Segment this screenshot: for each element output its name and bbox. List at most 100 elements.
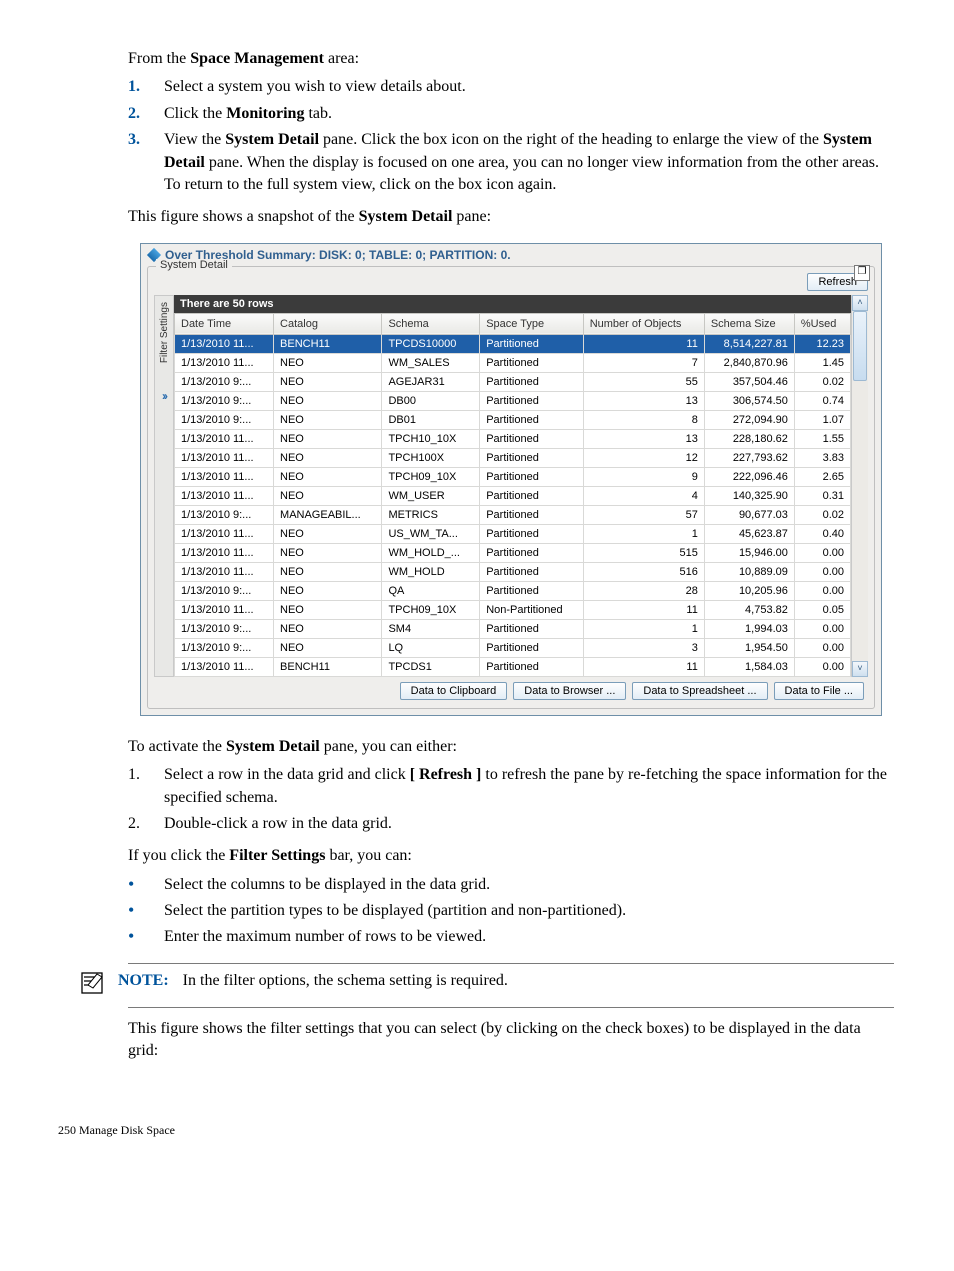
table-cell: Partitioned xyxy=(480,505,583,524)
system-detail-table[interactable]: Date Time Catalog Schema Space Type Numb… xyxy=(174,313,851,677)
col-datetime[interactable]: Date Time xyxy=(175,313,274,334)
table-cell: TPCH09_10X xyxy=(382,467,480,486)
table-row[interactable]: 1/13/2010 11...NEOWM_USERPartitioned4140… xyxy=(175,486,851,505)
table-cell: 0.00 xyxy=(794,619,850,638)
table-row[interactable]: 1/13/2010 11...NEOWM_SALESPartitioned72,… xyxy=(175,353,851,372)
table-cell: TPCDS10000 xyxy=(382,334,480,353)
data-to-browser-button[interactable]: Data to Browser ... xyxy=(513,682,626,700)
table-cell: 227,793.62 xyxy=(704,448,794,467)
table-cell: 0.31 xyxy=(794,486,850,505)
table-row[interactable]: 1/13/2010 9:...NEOQAPartitioned2810,205.… xyxy=(175,581,851,600)
table-cell: 55 xyxy=(583,372,704,391)
table-row[interactable]: 1/13/2010 11...NEOTPCH09_10XPartitioned9… xyxy=(175,467,851,486)
filter-settings-label: Filter Settings xyxy=(159,302,170,363)
col-catalog[interactable]: Catalog xyxy=(274,313,382,334)
table-cell: 4 xyxy=(583,486,704,505)
table-cell: Partitioned xyxy=(480,524,583,543)
table-cell: Partitioned xyxy=(480,581,583,600)
col-schemasize[interactable]: Schema Size xyxy=(704,313,794,334)
col-schema[interactable]: Schema xyxy=(382,313,480,334)
table-cell: 1 xyxy=(583,619,704,638)
table-row[interactable]: 1/13/2010 9:...NEOSM4Partitioned11,994.0… xyxy=(175,619,851,638)
table-cell: 28 xyxy=(583,581,704,600)
col-numobjects[interactable]: Number of Objects xyxy=(583,313,704,334)
table-cell: Partitioned xyxy=(480,619,583,638)
table-cell: 12.23 xyxy=(794,334,850,353)
table-cell: Partitioned xyxy=(480,391,583,410)
threshold-summary: Over Threshold Summary: DISK: 0; TABLE: … xyxy=(141,244,881,264)
table-cell: MANAGEABIL... xyxy=(274,505,382,524)
table-cell: Partitioned xyxy=(480,638,583,657)
table-cell: 10,205.96 xyxy=(704,581,794,600)
data-to-clipboard-button[interactable]: Data to Clipboard xyxy=(400,682,508,700)
table-cell: 1/13/2010 11... xyxy=(175,429,274,448)
expand-icon[interactable]: ›› xyxy=(162,389,166,403)
table-row[interactable]: 1/13/2010 9:...NEODB01Partitioned8272,09… xyxy=(175,410,851,429)
scroll-thumb[interactable] xyxy=(853,311,867,381)
table-cell: 1/13/2010 11... xyxy=(175,543,274,562)
table-row[interactable]: 1/13/2010 9:...NEODB00Partitioned13306,5… xyxy=(175,391,851,410)
table-cell: Partitioned xyxy=(480,429,583,448)
table-cell: Partitioned xyxy=(480,372,583,391)
table-row[interactable]: 1/13/2010 11...NEOWM_HOLD_...Partitioned… xyxy=(175,543,851,562)
table-row[interactable]: 1/13/2010 9:...NEOAGEJAR31Partitioned553… xyxy=(175,372,851,391)
closing-line: This figure shows the filter settings th… xyxy=(128,1018,894,1063)
step-text: View the System Detail pane. Click the b… xyxy=(164,129,894,196)
table-row[interactable]: 1/13/2010 11...NEOTPCH100XPartitioned122… xyxy=(175,448,851,467)
table-cell: 12 xyxy=(583,448,704,467)
table-cell: 8 xyxy=(583,410,704,429)
system-detail-screenshot: Over Threshold Summary: DISK: 0; TABLE: … xyxy=(140,243,882,716)
note-block: NOTE:In the filter options, the schema s… xyxy=(128,963,894,1008)
step-text: Click the Monitoring tab. xyxy=(164,103,332,125)
data-to-file-button[interactable]: Data to File ... xyxy=(774,682,864,700)
vertical-scrollbar[interactable]: ˄ ˅ xyxy=(851,295,868,677)
table-row[interactable]: 1/13/2010 9:...MANAGEABIL...METRICSParti… xyxy=(175,505,851,524)
col-spacetype[interactable]: Space Type xyxy=(480,313,583,334)
row-count-bar: There are 50 rows xyxy=(174,295,851,313)
table-cell: WM_HOLD xyxy=(382,562,480,581)
filter-settings-bar[interactable]: Filter Settings ›› xyxy=(154,295,174,677)
table-row[interactable]: 1/13/2010 11...NEOTPCH09_10XNon-Partitio… xyxy=(175,600,851,619)
col-pctused[interactable]: %Used xyxy=(794,313,850,334)
table-cell: 1/13/2010 9:... xyxy=(175,581,274,600)
table-cell: Partitioned xyxy=(480,486,583,505)
data-to-spreadsheet-button[interactable]: Data to Spreadsheet ... xyxy=(632,682,767,700)
table-row[interactable]: 1/13/2010 11...NEOTPCH10_10XPartitioned1… xyxy=(175,429,851,448)
scroll-up-icon[interactable]: ˄ xyxy=(852,295,868,311)
table-cell: 2,840,870.96 xyxy=(704,353,794,372)
step-text: Select a row in the data grid and click … xyxy=(164,764,894,809)
bullet-text: Select the partition types to be display… xyxy=(164,900,626,922)
scroll-down-icon[interactable]: ˅ xyxy=(852,661,868,677)
step-text: Select a system you wish to view details… xyxy=(164,76,466,98)
table-cell: 45,623.87 xyxy=(704,524,794,543)
table-row[interactable]: 1/13/2010 11...NEOUS_WM_TA...Partitioned… xyxy=(175,524,851,543)
table-row[interactable]: 1/13/2010 11...BENCH11TPCDS1Partitioned1… xyxy=(175,657,851,676)
table-cell: 222,096.46 xyxy=(704,467,794,486)
bullet-text: Enter the maximum number of rows to be v… xyxy=(164,926,486,948)
table-cell: 15,946.00 xyxy=(704,543,794,562)
intro-line: From the Space Management area: xyxy=(128,48,894,70)
table-cell: TPCH100X xyxy=(382,448,480,467)
table-cell: SM4 xyxy=(382,619,480,638)
table-cell: 11 xyxy=(583,600,704,619)
table-cell: 1/13/2010 9:... xyxy=(175,638,274,657)
table-row[interactable]: 1/13/2010 11...BENCH11TPCDS10000Partitio… xyxy=(175,334,851,353)
bullet-icon: • xyxy=(128,900,164,922)
step-num: 2. xyxy=(128,813,164,835)
page-footer: 250 Manage Disk Space xyxy=(58,1123,894,1138)
table-cell: METRICS xyxy=(382,505,480,524)
table-cell: 90,677.03 xyxy=(704,505,794,524)
table-cell: NEO xyxy=(274,524,382,543)
steps-secondary: 1. Select a row in the data grid and cli… xyxy=(128,764,894,835)
table-cell: NEO xyxy=(274,600,382,619)
table-cell: 0.40 xyxy=(794,524,850,543)
maximize-icon[interactable]: ❐ xyxy=(854,265,870,281)
table-cell: Partitioned xyxy=(480,334,583,353)
table-row[interactable]: 1/13/2010 9:...NEOLQPartitioned31,954.50… xyxy=(175,638,851,657)
table-cell: 228,180.62 xyxy=(704,429,794,448)
table-cell: NEO xyxy=(274,638,382,657)
table-cell: 11 xyxy=(583,657,704,676)
table-cell: WM_HOLD_... xyxy=(382,543,480,562)
table-row[interactable]: 1/13/2010 11...NEOWM_HOLDPartitioned5161… xyxy=(175,562,851,581)
note-text: In the filter options, the schema settin… xyxy=(183,972,508,989)
